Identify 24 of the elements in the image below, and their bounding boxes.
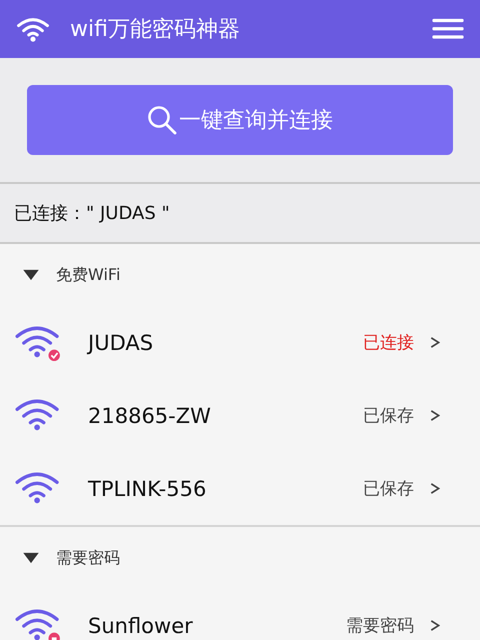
network-status: 已保存	[363, 478, 414, 500]
network-name: 218865-ZW	[88, 404, 212, 428]
app-title: wifi万能密码神器	[70, 16, 241, 44]
chevron-right-icon	[430, 619, 440, 632]
scan-connect-button[interactable]: 一键查询并连接	[27, 85, 453, 155]
network-name: TPLINK-556	[88, 476, 208, 500]
network-row[interactable]: JUDAS 已连接	[0, 306, 480, 379]
network-status: 已连接	[363, 332, 414, 354]
chevron-right-icon	[430, 409, 440, 422]
network-status: 已保存	[363, 405, 414, 427]
network-name: JUDAS	[88, 330, 154, 354]
network-name: Sunflower	[88, 614, 194, 638]
network-row[interactable]: Sunflower 需要密码	[0, 589, 480, 640]
connected-network-label: 已连接：" JUDAS "	[14, 202, 170, 225]
network-row[interactable]: 218865-ZW 已保存	[0, 379, 480, 452]
chevron-right-icon	[430, 482, 440, 495]
group-header[interactable]: 免费WiFi	[0, 244, 480, 306]
menu-icon[interactable]	[432, 18, 464, 40]
wifi-icon	[16, 16, 50, 42]
group-header[interactable]: 需要密码	[0, 527, 480, 589]
network-status: 需要密码	[346, 615, 414, 637]
search-icon	[147, 105, 177, 135]
network-row[interactable]: TPLINK-556 已保存	[0, 452, 480, 525]
chevron-right-icon	[430, 336, 440, 349]
